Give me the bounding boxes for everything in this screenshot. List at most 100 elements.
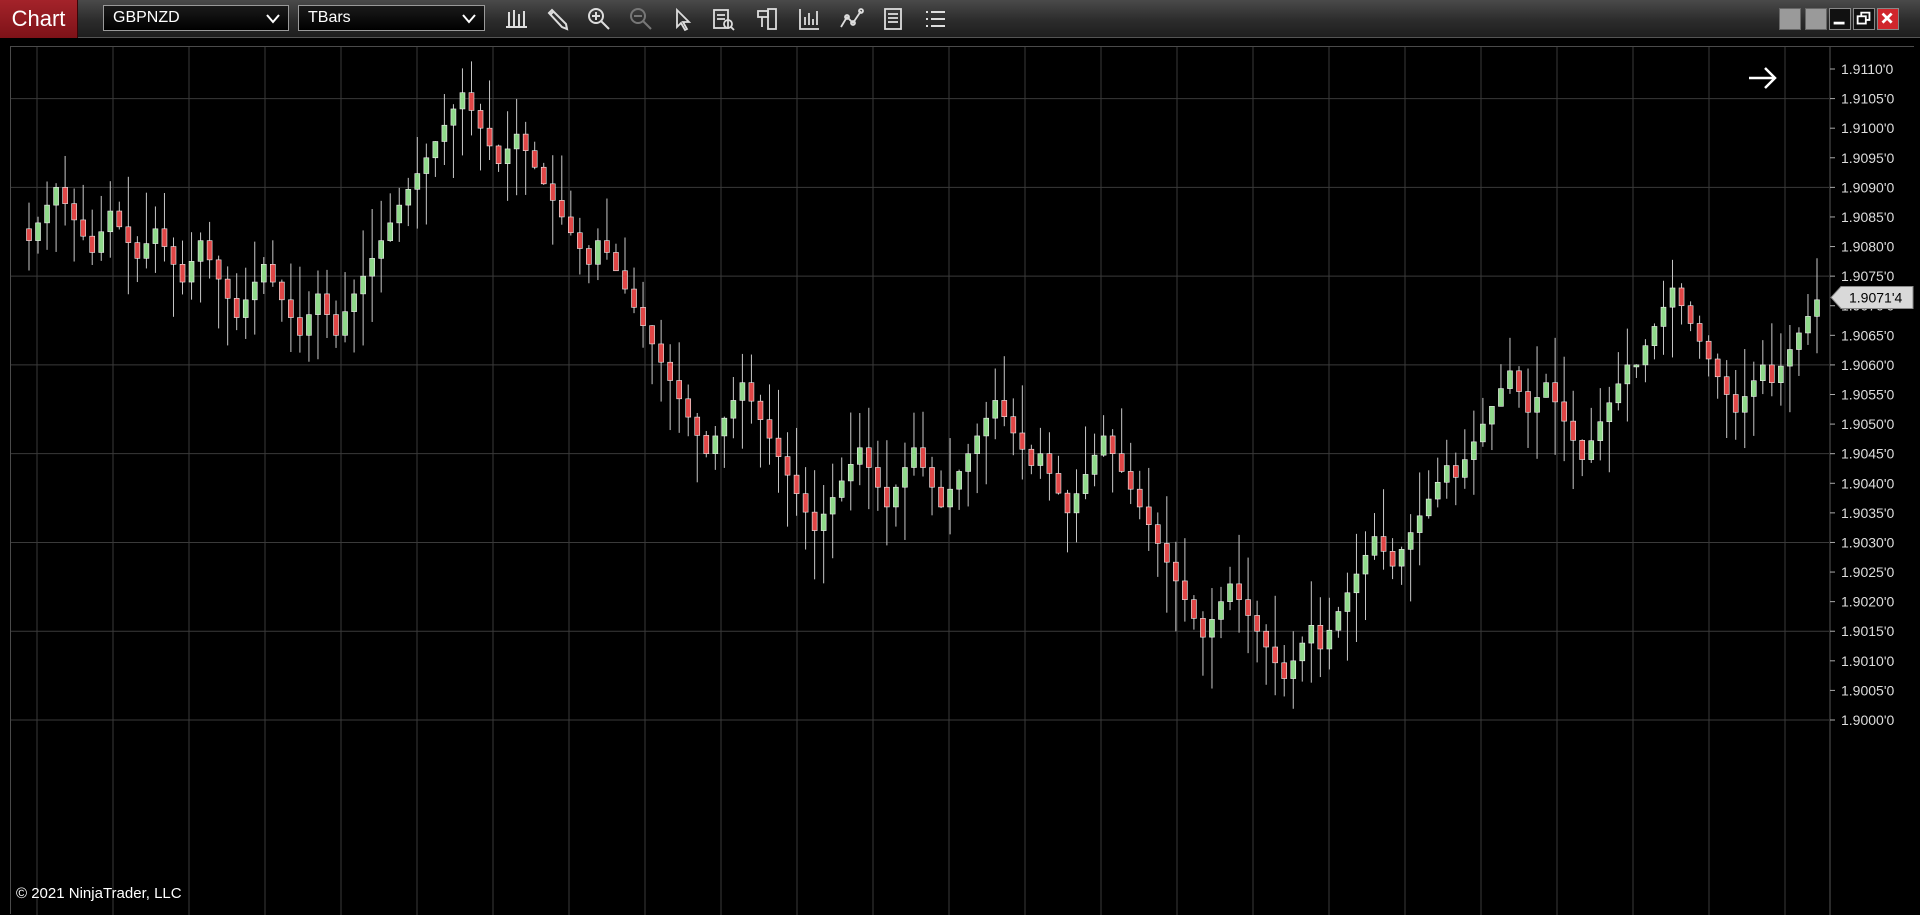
candle-body xyxy=(414,173,421,190)
candle-body xyxy=(333,314,339,336)
candle-body xyxy=(1787,349,1793,367)
candle-body xyxy=(1154,524,1161,544)
candle-body xyxy=(1136,488,1143,508)
candle-body xyxy=(920,447,926,468)
templates-icon[interactable] xyxy=(754,5,782,33)
candle-body xyxy=(1741,396,1748,413)
candle-body xyxy=(1534,397,1540,413)
candle-body xyxy=(1434,481,1441,500)
chart-window: Chart GBPNZD TBars 1.9110'0 1.9105'0 1.9… xyxy=(0,0,1920,915)
candle-body xyxy=(1543,382,1549,398)
candle-body xyxy=(730,400,737,419)
bar-type-selector[interactable]: TBars xyxy=(298,5,485,31)
candle-body xyxy=(1462,459,1468,478)
candle-body xyxy=(1127,471,1134,490)
candle-body xyxy=(1660,306,1667,327)
restore-button[interactable] xyxy=(1853,8,1875,30)
candle-body xyxy=(649,325,655,345)
candle-body xyxy=(1579,440,1586,460)
candle-body xyxy=(116,210,123,228)
candle-body xyxy=(1037,453,1044,466)
candle-body xyxy=(938,486,944,508)
candle-body xyxy=(1182,580,1188,600)
candle-body xyxy=(1173,561,1179,582)
pencil-icon[interactable] xyxy=(543,5,571,33)
zoom-out-icon[interactable] xyxy=(627,5,655,33)
indicators-icon[interactable] xyxy=(795,5,823,33)
scroll-right-icon[interactable] xyxy=(1749,67,1777,89)
candle-body xyxy=(866,447,872,468)
candle-body xyxy=(676,380,682,400)
candle-body xyxy=(820,513,827,531)
candle-body xyxy=(1480,423,1486,443)
price-tick-label: 1.9015'0 xyxy=(1841,623,1894,639)
window-title-tab[interactable]: Chart xyxy=(0,0,78,38)
candle-body xyxy=(856,447,863,465)
candle-body xyxy=(1750,380,1757,397)
candle-body xyxy=(793,474,800,494)
candle-body xyxy=(1507,370,1513,389)
price-tick-label: 1.9055'0 xyxy=(1841,387,1894,403)
data-box-icon[interactable] xyxy=(709,5,737,33)
chart-panel[interactable]: 1.9110'0 1.9105'0 1.9100'0 1.9095'0 1.9090'0… xyxy=(10,46,1915,915)
candle-body xyxy=(739,382,746,401)
candle-body xyxy=(956,471,962,490)
zoom-in-icon[interactable] xyxy=(585,5,613,33)
candle-body xyxy=(1100,435,1107,456)
candle-body xyxy=(1326,629,1333,650)
candle-body xyxy=(188,261,195,283)
list-icon[interactable] xyxy=(921,5,949,33)
candle-body xyxy=(161,228,168,247)
candle-body xyxy=(1046,453,1053,474)
candle-body xyxy=(1227,583,1233,602)
candle-body xyxy=(667,361,673,381)
candle-body xyxy=(1263,630,1269,648)
price-axis[interactable]: 1.9110'0 1.9105'0 1.9100'0 1.9095'0 1.9090'0… xyxy=(1829,47,1894,915)
candle-body xyxy=(965,453,971,472)
candle-body xyxy=(297,317,303,336)
price-tick-label: 1.9095'0 xyxy=(1841,150,1894,166)
candle-body xyxy=(694,416,701,436)
candle-body xyxy=(1109,435,1116,454)
candle-body xyxy=(1218,601,1224,620)
close-button[interactable] xyxy=(1877,8,1899,30)
candle-body xyxy=(224,278,231,299)
candle-body xyxy=(1398,549,1405,567)
candle-body xyxy=(531,150,538,168)
candle-body xyxy=(757,400,764,420)
candle-body xyxy=(468,92,475,111)
candle-body xyxy=(423,157,430,174)
candle-body xyxy=(125,226,132,243)
candle-body xyxy=(486,127,493,147)
price-chart[interactable]: 1.9110'0 1.9105'0 1.9100'0 1.9095'0 1.9090'0… xyxy=(11,47,1915,915)
candle-body xyxy=(477,110,484,129)
link-window-button[interactable] xyxy=(1805,8,1827,30)
candle-body xyxy=(387,222,394,241)
candle-body xyxy=(170,246,177,265)
tile-window-button[interactable] xyxy=(1779,8,1801,30)
candle-body xyxy=(1254,615,1260,632)
candle-body xyxy=(1272,646,1278,664)
candle-body xyxy=(1732,394,1739,413)
candle-body xyxy=(1317,625,1324,650)
instrument-selector[interactable]: GBPNZD xyxy=(103,5,289,31)
properties-icon[interactable] xyxy=(879,5,907,33)
candle-body xyxy=(495,145,502,164)
strategies-icon[interactable] xyxy=(837,5,865,33)
candle-body xyxy=(1191,599,1197,619)
candle-body xyxy=(1308,625,1315,644)
candle-body xyxy=(1389,551,1396,567)
candle-body xyxy=(1200,618,1206,638)
bar-type-icon[interactable] xyxy=(502,5,530,33)
candle-body xyxy=(1471,441,1477,460)
price-tick-label: 1.9005'0 xyxy=(1841,682,1894,698)
candle-body xyxy=(1516,370,1522,392)
price-tick-label: 1.9040'0 xyxy=(1841,475,1894,491)
pointer-icon[interactable] xyxy=(668,5,696,33)
candle-body xyxy=(396,204,403,224)
minimize-button[interactable] xyxy=(1829,8,1851,30)
candle-body xyxy=(134,242,141,259)
candle-body xyxy=(1723,376,1730,395)
candle-body xyxy=(1760,364,1766,381)
candle-body xyxy=(1814,299,1820,317)
